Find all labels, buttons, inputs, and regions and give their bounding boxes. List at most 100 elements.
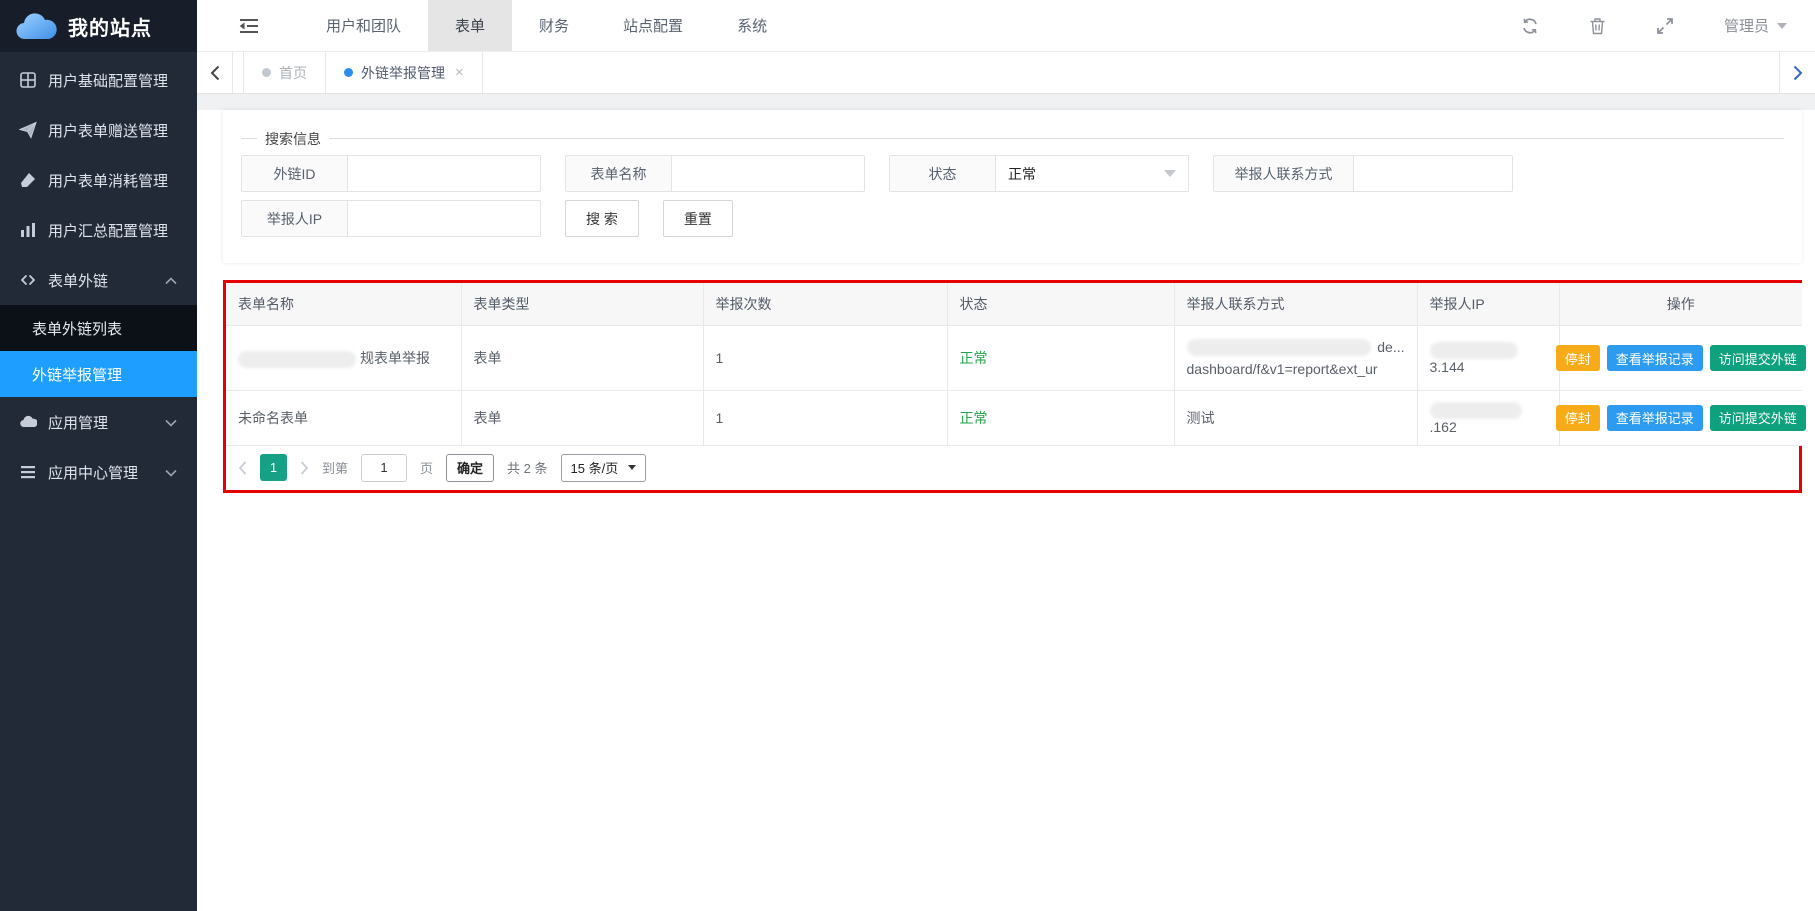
collapse-menu-icon[interactable] <box>239 17 259 35</box>
sidebar-item-user-base-config[interactable]: 用户基础配置管理 <box>0 55 197 105</box>
sidebar-subitem-report-manage[interactable]: 外链举报管理 <box>0 351 197 397</box>
logo-bar: 我的站点 <box>0 0 197 52</box>
page-unit-label: 页 <box>420 458 433 477</box>
search-button[interactable]: 搜 索 <box>565 200 639 237</box>
cloud-icon <box>18 412 38 432</box>
trash-icon[interactable] <box>1589 17 1606 35</box>
prev-page-icon[interactable] <box>238 461 247 475</box>
tabs-scroll-left-icon[interactable] <box>197 52 233 93</box>
form-name-text: 规表单举报 <box>360 350 430 366</box>
ban-button[interactable]: 停封 <box>1556 345 1600 371</box>
chevron-down-icon <box>165 464 177 481</box>
cell-form-type: 表单 <box>461 391 703 446</box>
field-form-name: 表单名称 <box>565 155 865 192</box>
field-status: 状态 正常 <box>889 155 1189 192</box>
cell-form-type: 表单 <box>461 326 703 391</box>
top-navbar: 用户和团队 表单 财务 站点配置 系统 <box>197 0 1815 52</box>
nav-item-system[interactable]: 系统 <box>710 0 794 51</box>
chevron-down-icon <box>165 414 177 431</box>
ext-id-input[interactable] <box>347 155 541 192</box>
ban-button[interactable]: 停封 <box>1556 405 1600 431</box>
close-icon[interactable]: × <box>455 64 464 81</box>
nav-item-users-teams[interactable]: 用户和团队 <box>299 0 428 51</box>
link-icon <box>18 270 38 290</box>
page-size-select[interactable]: 15 条/页 <box>561 454 647 482</box>
col-form-type: 表单类型 <box>461 283 703 326</box>
visit-submitted-link-button[interactable]: 访问提交外链 <box>1710 345 1806 371</box>
nav-item-label: 财务 <box>539 15 569 36</box>
cell-form-name: 规表单举报 <box>226 326 461 391</box>
page-number-button[interactable]: 1 <box>260 454 287 481</box>
reporter-contact-input[interactable] <box>1353 155 1513 192</box>
contact-text: de... <box>1377 336 1404 358</box>
search-fieldset: 搜索信息 外链ID 表单名称 状态 <box>241 138 1784 237</box>
view-report-records-button[interactable]: 查看举报记录 <box>1607 345 1703 371</box>
reporter-ip-input[interactable] <box>347 200 541 237</box>
tab-home[interactable]: 首页 <box>243 52 326 93</box>
nav-item-label: 系统 <box>737 15 767 36</box>
redacted-block <box>1187 339 1372 356</box>
visit-submitted-link-button[interactable]: 访问提交外链 <box>1710 405 1806 431</box>
sidebar-item-user-summary[interactable]: 用户汇总配置管理 <box>0 205 197 255</box>
redacted-block <box>1430 402 1522 419</box>
chevron-down-icon <box>628 465 636 470</box>
contact-line-1: de... <box>1187 336 1405 358</box>
cell-reporter-contact: de... dashboard/f&v1=report&ext_ur <box>1174 326 1417 391</box>
sidebar-item-app-center[interactable]: 应用中心管理 <box>0 447 197 497</box>
main-area: 用户和团队 表单 财务 站点配置 系统 <box>197 0 1815 911</box>
confirm-button[interactable]: 确定 <box>446 454 494 482</box>
pagination-bar: 1 到第 页 确定 共 2 条 15 条/页 <box>226 446 1799 490</box>
tab-extlink-report-manage[interactable]: 外链举报管理 × <box>326 52 483 93</box>
goto-page-input[interactable] <box>361 454 407 482</box>
tabs-scroll-right-icon[interactable] <box>1779 52 1815 93</box>
sidebar-item-form-extlink[interactable]: 表单外链 <box>0 255 197 305</box>
chevron-up-icon <box>165 272 177 289</box>
nav-item-label: 站点配置 <box>623 15 683 36</box>
sidebar-item-label: 用户汇总配置管理 <box>48 220 177 241</box>
sidebar-subitem-extlink-list[interactable]: 表单外链列表 <box>0 305 197 351</box>
refresh-icon[interactable] <box>1521 17 1539 35</box>
tab-status-dot <box>344 68 353 77</box>
total-count-label: 共 2 条 <box>507 458 547 477</box>
sidebar-item-label: 表单外链 <box>48 270 165 291</box>
cell-actions: 停封 查看举报记录 访问提交外链 <box>1559 326 1802 391</box>
view-report-records-button[interactable]: 查看举报记录 <box>1607 405 1703 431</box>
site-title: 我的站点 <box>68 12 152 41</box>
app-window: 我的站点 用户基础配置管理 用户表单赠送管理 <box>0 0 1815 911</box>
fullscreen-icon[interactable] <box>1656 17 1674 35</box>
nav-item-finance[interactable]: 财务 <box>512 0 596 51</box>
tab-status-dot <box>262 68 271 77</box>
ip-text: 3.144 <box>1430 359 1465 375</box>
field-label: 表单名称 <box>565 155 671 192</box>
sidebar-item-form-gift[interactable]: 用户表单赠送管理 <box>0 105 197 155</box>
status-text: 正常 <box>960 410 988 426</box>
chevron-down-icon <box>1164 170 1176 177</box>
sidebar-item-form-consume[interactable]: 用户表单消耗管理 <box>0 155 197 205</box>
status-text: 正常 <box>960 350 988 366</box>
cell-status: 正常 <box>947 326 1174 391</box>
extlink-submenu: 表单外链列表 外链举报管理 <box>0 305 197 397</box>
cell-reporter-contact: 测试 <box>1174 391 1417 446</box>
field-ext-id: 外链ID <box>241 155 541 192</box>
search-row-2: 举报人IP 搜 索 重置 <box>241 200 1784 237</box>
field-label: 状态 <box>889 155 995 192</box>
sidebar-item-label: 用户基础配置管理 <box>48 70 177 91</box>
nav-item-label: 表单 <box>455 15 485 36</box>
tab-label: 首页 <box>279 63 307 83</box>
report-table-card: 表单名称 表单类型 举报次数 状态 举报人联系方式 举报人IP 操作 <box>223 280 1802 493</box>
next-page-icon[interactable] <box>300 461 309 475</box>
sidebar-subitem-label: 表单外链列表 <box>32 318 122 339</box>
sidebar-item-label: 用户表单赠送管理 <box>48 120 177 141</box>
reset-button[interactable]: 重置 <box>663 200 733 237</box>
cell-status: 正常 <box>947 391 1174 446</box>
grid-icon <box>18 70 38 90</box>
nav-item-forms[interactable]: 表单 <box>428 0 512 51</box>
sidebar-item-label: 用户表单消耗管理 <box>48 170 177 191</box>
nav-item-site-config[interactable]: 站点配置 <box>596 0 710 51</box>
form-name-input[interactable] <box>671 155 865 192</box>
content-gap <box>197 94 1815 110</box>
user-menu[interactable]: 管理员 <box>1724 15 1787 36</box>
status-select[interactable]: 正常 <box>995 155 1189 192</box>
caret-down-icon <box>1777 23 1787 29</box>
sidebar-item-app-manage[interactable]: 应用管理 <box>0 397 197 447</box>
